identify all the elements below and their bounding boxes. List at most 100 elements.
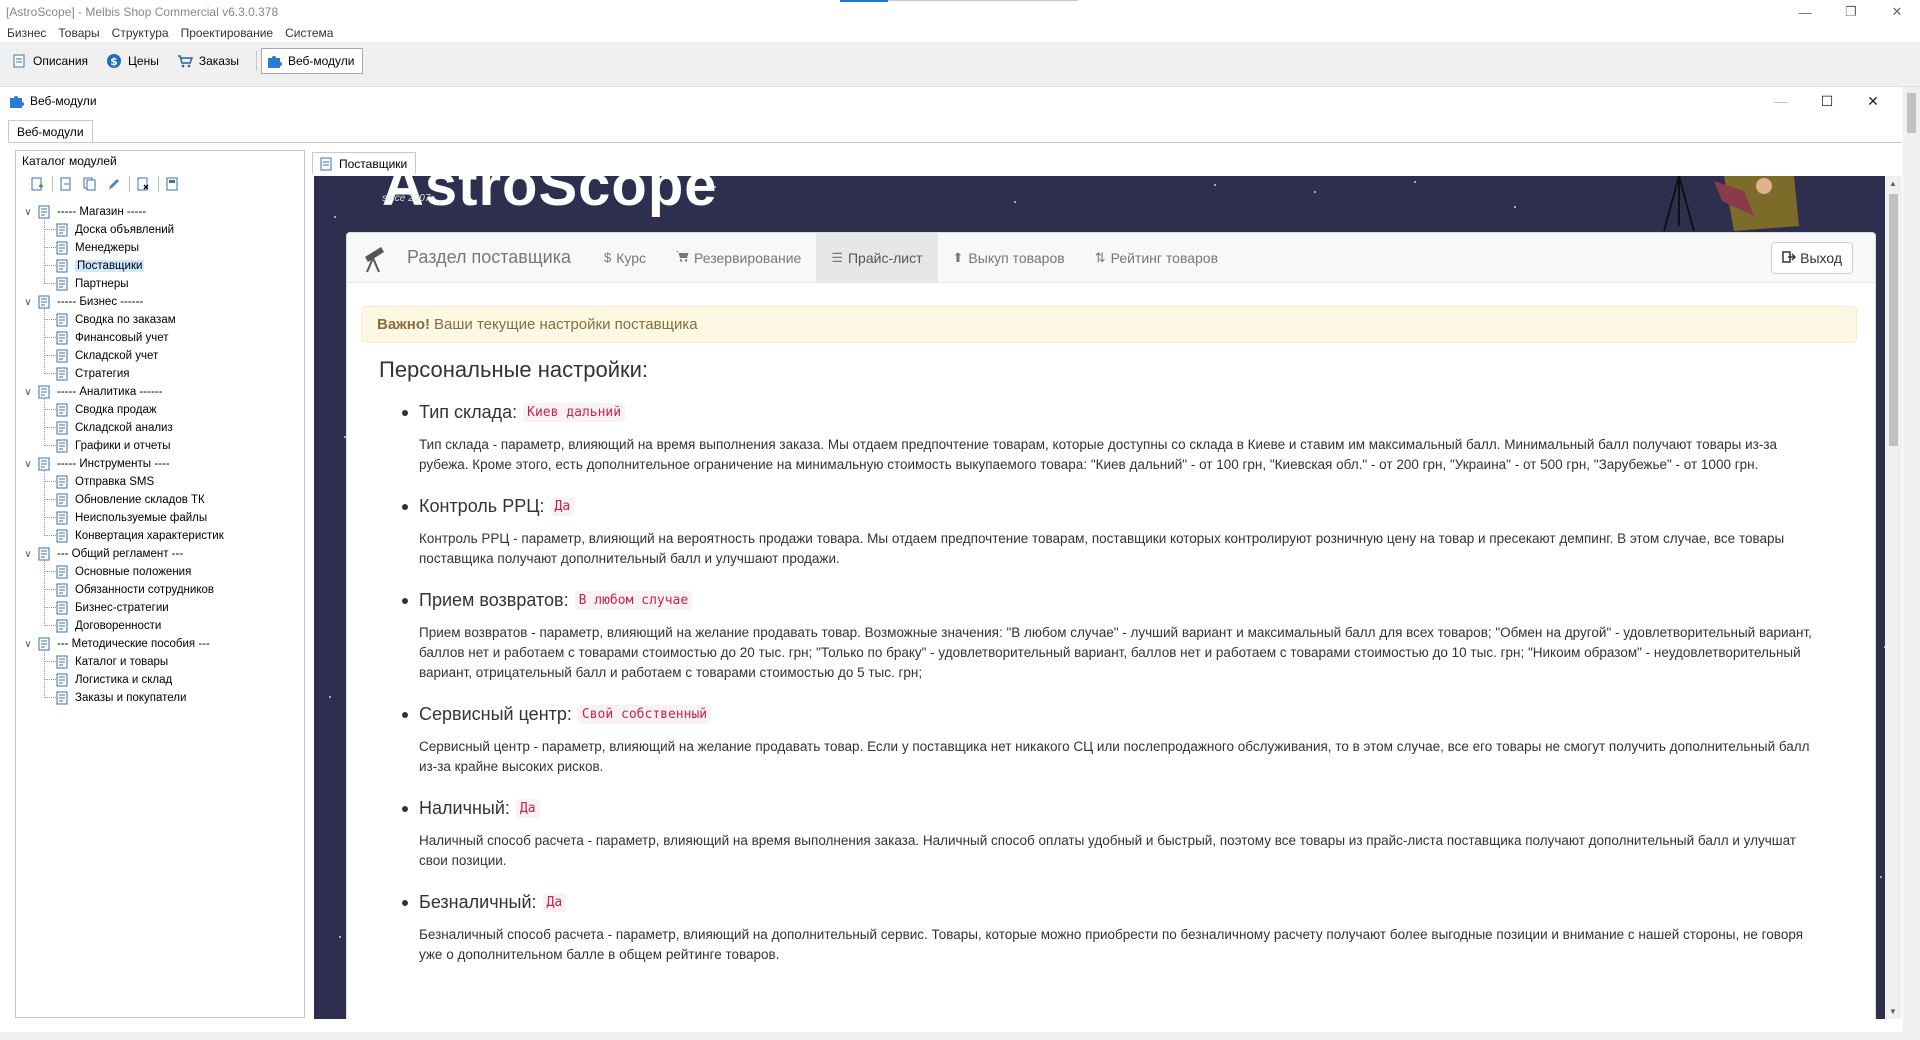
inner-maximize-button[interactable]: ☐	[1804, 87, 1850, 115]
tree-item-label: Неиспользуемые файлы	[75, 512, 208, 524]
menu-design[interactable]: Проектирование	[174, 26, 279, 40]
scroll-down-icon[interactable]: ▼	[1889, 1007, 1897, 1016]
page-icon	[56, 259, 70, 273]
inner-close-button[interactable]: ✕	[1850, 87, 1896, 115]
setting-description: Наличный способ расчета - параметр, влия…	[419, 833, 1796, 868]
restore-button[interactable]: ❐	[1828, 0, 1874, 24]
setting-value: В любом случае	[574, 590, 693, 610]
browser-scrollbar-thumb[interactable]	[1889, 194, 1898, 446]
tree-item-label: Финансовый учет	[75, 332, 169, 344]
supplier-section-brand[interactable]: Раздел поставщика	[407, 247, 571, 268]
setting-item: Контроль РРЦ: Да Контроль РРЦ - параметр, …	[379, 491, 1849, 569]
menu-goods[interactable]: Товары	[51, 26, 104, 40]
tree-item-label: Партнеры	[75, 278, 129, 290]
copy-module-icon[interactable]	[81, 175, 99, 193]
descriptions-label: Описания	[33, 54, 89, 68]
nav-rate[interactable]: $ Курс	[589, 233, 661, 283]
tree-item-label: Обязанности сотрудников	[75, 584, 214, 596]
tree-vertical-line	[44, 219, 45, 284]
menu-system[interactable]: Система	[278, 26, 338, 40]
tree-item[interactable]: Отправка SMS	[22, 473, 302, 491]
tree-item[interactable]: Конвертация характеристик	[22, 527, 302, 545]
minimize-button[interactable]: —	[1782, 0, 1828, 24]
tree-item[interactable]: Менеджеры	[22, 239, 302, 257]
nav-rating[interactable]: ⇅ Рейтинг товаров	[1080, 233, 1233, 283]
page-icon	[56, 277, 70, 291]
tree-item[interactable]: Бизнес-стратегии	[22, 599, 302, 617]
tree-item[interactable]: Графики и отчеты	[22, 437, 302, 455]
tab-web-modules[interactable]: Веб-модули	[8, 120, 93, 142]
edit-module-icon[interactable]	[105, 175, 123, 193]
tree-item[interactable]: Сводка по заказам	[22, 311, 302, 329]
orders-button[interactable]: Заказы	[172, 48, 248, 74]
tree-item[interactable]: Складской учет	[22, 347, 302, 365]
tree-group[interactable]: ∨ --- Общий регламент ---	[22, 545, 302, 563]
tree-item[interactable]: Складской анализ	[22, 419, 302, 437]
page-icon	[319, 157, 333, 171]
nav-buyout[interactable]: ⬆ Выкуп товаров	[938, 233, 1080, 283]
add-module-icon[interactable]	[28, 175, 46, 193]
setting-value: Да	[542, 892, 567, 912]
tree-item[interactable]: Стратегия	[22, 365, 302, 383]
tree-item[interactable]: Сводка продаж	[22, 401, 302, 419]
logout-button[interactable]: Выход	[1771, 242, 1853, 274]
collapse-chevron-icon[interactable]: ∨	[22, 459, 34, 470]
tree-item-label: Бизнес-стратегии	[75, 602, 169, 614]
tree-item[interactable]: Доска объявлений	[22, 221, 302, 239]
tree-item-label: Основные положения	[75, 566, 192, 578]
collapse-chevron-icon[interactable]: ∨	[22, 639, 34, 650]
collapse-chevron-icon[interactable]: ∨	[22, 207, 34, 218]
telescope-illustration	[1663, 176, 1695, 232]
tree-group[interactable]: ∨ --- Методические пособия ---	[22, 635, 302, 653]
inner-minimize-button[interactable]: —	[1758, 87, 1804, 115]
page-icon	[56, 511, 70, 525]
collapse-chevron-icon[interactable]: ∨	[22, 549, 34, 560]
setting-value: Да	[515, 798, 540, 818]
tree-branch-line	[44, 275, 56, 284]
scrollbar-thumb[interactable]	[1907, 93, 1916, 133]
tree-group[interactable]: ∨ ----- Аналитика ------	[22, 383, 302, 401]
tree-item[interactable]: Логистика и склад	[22, 671, 302, 689]
tree-item[interactable]: Обязанности сотрудников	[22, 581, 302, 599]
web-modules-label: Веб-модули	[287, 54, 355, 68]
browser-scrollbar[interactable]: ▲ ▼	[1885, 176, 1902, 1019]
tree-item[interactable]: Заказы и покупатели	[22, 689, 302, 707]
nav-reservation[interactable]: Резервирование	[661, 233, 816, 283]
tree-group[interactable]: ∨ ----- Бизнес ------	[22, 293, 302, 311]
tree-item[interactable]: Поставщики	[22, 257, 302, 275]
menu-business[interactable]: Бизнес	[0, 26, 51, 40]
title-accent-line	[840, 0, 888, 2]
tree-item[interactable]: Неиспользуемые файлы	[22, 509, 302, 527]
collapse-chevron-icon[interactable]: ∨	[22, 387, 34, 398]
tree-item[interactable]: Партнеры	[22, 275, 302, 293]
tree-group[interactable]: ∨ ----- Инструменты ----	[22, 455, 302, 473]
properties-icon[interactable]	[163, 175, 181, 193]
collapse-chevron-icon[interactable]: ∨	[22, 297, 34, 308]
tree-item-label: Договоренности	[75, 620, 162, 632]
tree-item[interactable]: Каталог и товары	[22, 653, 302, 671]
close-button[interactable]: ✕	[1874, 0, 1920, 24]
tree-item[interactable]: Основные положения	[22, 563, 302, 581]
module-tree: ∨ ----- Магазин ----- Доска объявлений Мене…	[22, 203, 302, 707]
prices-button[interactable]: $ Цены	[101, 48, 168, 74]
setting-item: Сервисный центр: Свой собственный Сервисны…	[379, 699, 1849, 777]
descriptions-button[interactable]: Описания	[6, 48, 97, 74]
tree-item[interactable]: Обновление складов ТК	[22, 491, 302, 509]
astronomer-illustration	[1714, 176, 1799, 231]
window-scrollbar[interactable]	[1903, 87, 1920, 1033]
nav-price-list[interactable]: ☰ Прайс-лист	[816, 233, 938, 283]
tree-item[interactable]: Договоренности	[22, 617, 302, 635]
cart-icon	[177, 53, 193, 69]
tree-branch-line	[44, 473, 56, 482]
menu-structure[interactable]: Структура	[105, 26, 174, 40]
setting-value: Да	[550, 496, 575, 516]
tree-group[interactable]: ∨ ----- Магазин -----	[22, 203, 302, 221]
tab-suppliers[interactable]: Поставщики	[312, 152, 417, 174]
tab-suppliers-label: Поставщики	[339, 156, 408, 171]
web-modules-button[interactable]: Веб-модули	[260, 48, 364, 74]
tree-branch-line	[44, 689, 56, 698]
delete-module-icon[interactable]	[134, 175, 152, 193]
tree-item[interactable]: Финансовый учет	[22, 329, 302, 347]
scroll-up-icon[interactable]: ▲	[1889, 179, 1897, 188]
add-child-icon[interactable]	[57, 175, 75, 193]
